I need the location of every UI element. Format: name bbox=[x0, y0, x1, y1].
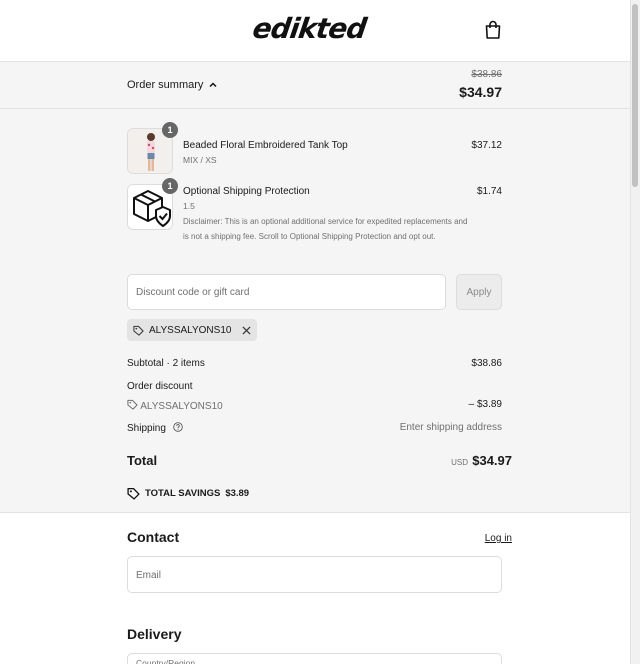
shipping-row: Shipping Enter shipping address bbox=[127, 422, 502, 434]
subtotal-row: Subtotal · 2 items $38.86 bbox=[127, 358, 502, 369]
discount-code-row: ALYSSALYONS10 – $3.89 bbox=[127, 399, 502, 412]
question-circle-icon[interactable] bbox=[172, 422, 183, 432]
applied-discount-chip: ALYSSALYONS10 bbox=[127, 319, 258, 341]
item-price: $37.12 bbox=[471, 140, 502, 151]
shipping-label: Shipping bbox=[127, 423, 166, 434]
discount-code-input[interactable]: Discount code or gift card bbox=[127, 274, 446, 310]
applied-code-label: ALYSSALYONS10 bbox=[149, 324, 232, 336]
site-header: edikted bbox=[0, 0, 630, 62]
subtotal-label: Subtotal · 2 items bbox=[127, 358, 205, 369]
shopping-bag-icon[interactable] bbox=[484, 20, 502, 40]
order-summary-label: Order summary bbox=[127, 79, 204, 91]
scrollbar-thumb[interactable] bbox=[632, 4, 638, 187]
order-discount-row: Order discount bbox=[127, 381, 502, 392]
page-scrollbar[interactable] bbox=[630, 0, 640, 664]
remove-code-icon[interactable] bbox=[242, 325, 251, 335]
item-name: Optional Shipping Protection bbox=[183, 186, 310, 197]
line-item: 1 Optional Shipping Protection 1.5 $1.74… bbox=[127, 178, 502, 259]
savings-value: $3.89 bbox=[225, 488, 250, 499]
order-summary-toggle[interactable]: Order summary bbox=[127, 79, 217, 91]
item-price: $1.74 bbox=[476, 186, 502, 197]
order-discount-label: Order discount bbox=[127, 381, 193, 392]
item-variant: MIX / XS bbox=[183, 155, 217, 165]
tag-icon bbox=[127, 487, 140, 500]
total-amount: $34.97 bbox=[472, 453, 512, 468]
log-in-link[interactable]: Log in bbox=[485, 533, 512, 544]
country-select[interactable]: Country/Region bbox=[127, 653, 502, 664]
subtotal-value: $38.86 bbox=[471, 358, 502, 369]
email-field[interactable]: Email bbox=[127, 556, 502, 593]
discount-value: – $3.89 bbox=[468, 399, 502, 410]
item-name: Beaded Floral Embroidered Tank Top bbox=[183, 140, 348, 151]
summary-total: $34.97 bbox=[459, 84, 502, 100]
chevron-up-icon bbox=[209, 82, 217, 88]
tag-icon bbox=[127, 399, 138, 410]
apply-discount-button[interactable]: Apply bbox=[456, 274, 502, 310]
quantity-badge: 1 bbox=[162, 178, 178, 194]
order-summary-bar[interactable]: Order summary $38.86 $34.97 bbox=[0, 62, 630, 109]
savings-label: TOTAL SAVINGS bbox=[145, 488, 221, 499]
item-variant: 1.5 bbox=[183, 201, 195, 211]
original-price: $38.86 bbox=[471, 69, 502, 80]
delivery-heading: Delivery bbox=[127, 626, 182, 642]
total-currency: USD bbox=[451, 458, 468, 467]
total-label: Total bbox=[127, 453, 158, 468]
total-savings: TOTAL SAVINGS $3.89 bbox=[127, 487, 249, 500]
brand-logo[interactable]: edikted bbox=[251, 12, 368, 45]
quantity-badge: 1 bbox=[162, 122, 178, 138]
discount-code-label: ALYSSALYONS10 bbox=[140, 401, 223, 412]
shipping-value: Enter shipping address bbox=[399, 422, 502, 433]
shipping-protection-disclaimer: Disclaimer: This is an optional addition… bbox=[183, 217, 468, 241]
tag-icon bbox=[133, 325, 144, 336]
line-item: 1 Beaded Floral Embroidered Tank Top MIX… bbox=[127, 122, 502, 174]
contact-heading: Contact bbox=[127, 529, 180, 545]
